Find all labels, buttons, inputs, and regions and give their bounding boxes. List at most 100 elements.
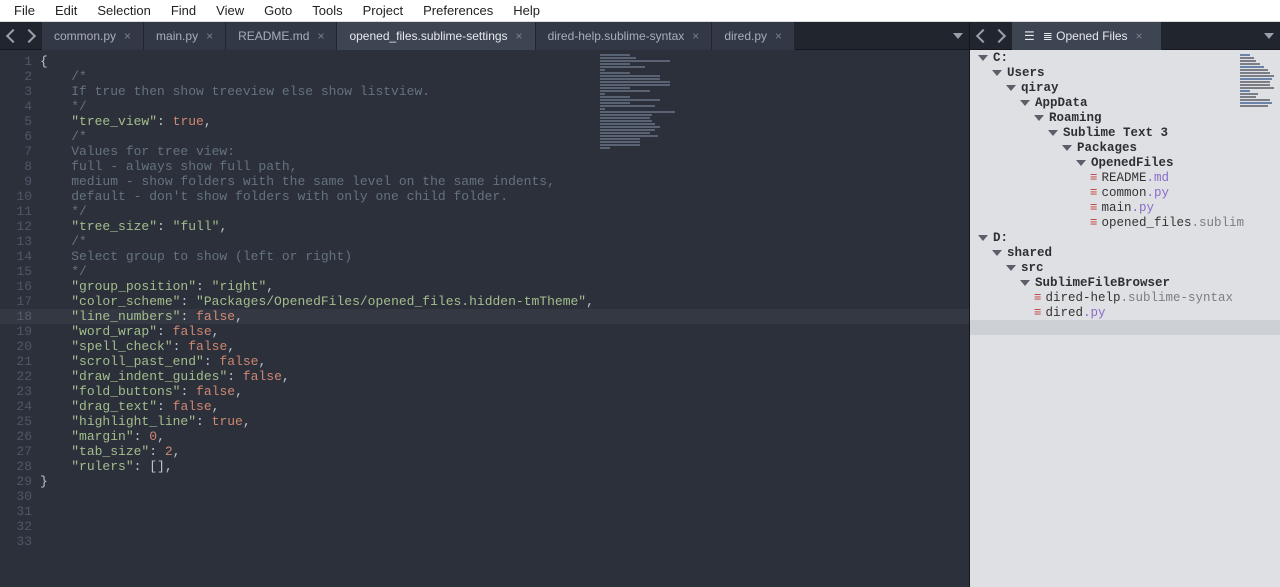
opened-files-pane: ☰ ≣ Opened Files × C:UsersqirayAppDataRo… (970, 22, 1280, 587)
disclosure-triangle-icon[interactable] (1020, 100, 1030, 106)
back-icon[interactable] (6, 28, 20, 42)
file-icon: ≡ (1090, 201, 1098, 215)
tree-file[interactable]: ≡README.md (970, 170, 1280, 185)
tree-folder[interactable]: C: (970, 50, 1280, 65)
folder-label: OpenedFiles (1091, 156, 1174, 170)
disclosure-triangle-icon[interactable] (1020, 280, 1030, 286)
folder-label: D: (993, 231, 1008, 245)
file-icon: ≡ (1034, 306, 1042, 320)
disclosure-triangle-icon[interactable] (1062, 145, 1072, 151)
back-icon[interactable] (976, 28, 990, 42)
file-tree[interactable]: C:UsersqirayAppDataRoamingSublime Text 3… (970, 50, 1280, 587)
tree-file[interactable]: ≡ opened_files.sublim (970, 215, 1280, 230)
menu-edit[interactable]: Edit (45, 1, 87, 20)
tree-folder[interactable]: qiray (970, 80, 1280, 95)
folder-label: Packages (1077, 141, 1137, 155)
file-icon: ≡ (1090, 186, 1098, 200)
tab-readme-md[interactable]: README.md × (226, 22, 337, 50)
close-icon[interactable]: × (124, 29, 131, 43)
disclosure-triangle-icon[interactable] (1076, 160, 1086, 166)
editor[interactable]: 1234567891011121314151617181920212223242… (0, 50, 969, 587)
folder-label: src (1021, 261, 1044, 275)
menu-preferences[interactable]: Preferences (413, 1, 503, 20)
menu-find[interactable]: Find (161, 1, 206, 20)
file-ext: .py (1147, 186, 1170, 200)
editor-pane: common.py×main.py×README.md×opened_files… (0, 22, 970, 587)
tree-folder[interactable]: D: (970, 230, 1280, 245)
disclosure-triangle-icon[interactable] (1006, 85, 1016, 91)
disclosure-triangle-icon[interactable] (992, 70, 1002, 76)
folder-label: Roaming (1049, 111, 1102, 125)
menu-selection[interactable]: Selection (87, 1, 160, 20)
forward-icon[interactable] (992, 28, 1006, 42)
disclosure-triangle-icon[interactable] (1048, 130, 1058, 136)
chevron-down-icon (953, 33, 963, 39)
folder-label: C: (993, 51, 1008, 65)
file-ext: .sublim (1192, 216, 1245, 230)
close-icon[interactable]: × (1136, 29, 1143, 43)
file-ext: .py (1132, 201, 1155, 215)
menu-project[interactable]: Project (353, 1, 413, 20)
minimap[interactable] (1240, 54, 1276, 108)
file-icon: ≡ (1034, 291, 1042, 305)
folder-label: Sublime Text 3 (1063, 126, 1168, 140)
menu-file[interactable]: File (4, 1, 45, 20)
tree-file[interactable]: ≡ dired.py (970, 305, 1280, 320)
file-ext: .sublime-syntax (1121, 291, 1234, 305)
tree-folder[interactable]: Roaming (970, 110, 1280, 125)
close-icon[interactable]: × (206, 29, 213, 43)
folder-label: AppData (1035, 96, 1088, 110)
disclosure-triangle-icon[interactable] (992, 250, 1002, 256)
folder-label: qiray (1021, 81, 1059, 95)
tab-history-nav[interactable] (0, 31, 42, 41)
tree-file[interactable]: ≡ dired-help.sublime-syntax (970, 290, 1280, 305)
tab-main-py[interactable]: main.py × (144, 22, 226, 50)
tree-folder[interactable]: shared (970, 245, 1280, 260)
menu-view[interactable]: View (206, 1, 254, 20)
disclosure-triangle-icon[interactable] (1034, 115, 1044, 121)
tree-folder[interactable]: Sublime Text 3 (970, 125, 1280, 140)
tab-opened-files[interactable]: ☰ ≣ Opened Files × (1012, 22, 1162, 50)
tree-folder[interactable]: SublimeFileBrowser (970, 275, 1280, 290)
tabbar-right: ☰ ≣ Opened Files × (970, 22, 1280, 50)
tab-opened-files-sublime-settings[interactable]: opened_files.sublime-settings× (337, 22, 535, 50)
tree-folder[interactable]: src (970, 260, 1280, 275)
file-icon: ≡ (1090, 171, 1098, 185)
tab-dired-help-sublime-syntax[interactable]: dired-help.sublime-syntax× (536, 22, 713, 50)
tab-label: README.md (238, 29, 309, 43)
close-icon[interactable]: × (775, 29, 782, 43)
file-basename: dired-help (1046, 291, 1121, 305)
file-ext: .py (1083, 306, 1106, 320)
chevron-down-icon (1264, 33, 1274, 39)
menu-tools[interactable]: Tools (302, 1, 352, 20)
close-icon[interactable]: × (692, 29, 699, 43)
tab-dired-py[interactable]: dired.py × (712, 22, 795, 50)
tree-file[interactable]: ≡ main.py (970, 200, 1280, 215)
disclosure-triangle-icon[interactable] (978, 55, 988, 61)
tree-file[interactable]: ≡common.py (970, 185, 1280, 200)
tab-label: common.py (54, 29, 116, 43)
tab-label: main.py (156, 29, 198, 43)
tab-overflow-button[interactable] (947, 33, 969, 39)
tab-label: dired.py (724, 29, 767, 43)
menu-help[interactable]: Help (503, 1, 550, 20)
tab-common-py[interactable]: common.py × (42, 22, 144, 50)
forward-icon[interactable] (22, 28, 36, 42)
tab-history-nav-right[interactable] (970, 31, 1012, 41)
close-icon[interactable]: × (516, 29, 523, 43)
file-basename: dired (1046, 306, 1084, 320)
close-icon[interactable]: × (317, 29, 324, 43)
file-basename: opened_files (1102, 216, 1192, 230)
tree-folder[interactable]: AppData (970, 95, 1280, 110)
file-icon: ≡ (1090, 216, 1098, 230)
tree-folder[interactable]: Users (970, 65, 1280, 80)
tab-overflow-button[interactable] (1258, 33, 1280, 39)
disclosure-triangle-icon[interactable] (1006, 265, 1016, 271)
disclosure-triangle-icon[interactable] (978, 235, 988, 241)
tree-folder[interactable]: OpenedFiles (970, 155, 1280, 170)
menu-goto[interactable]: Goto (254, 1, 302, 20)
file-basename: README (1102, 171, 1147, 185)
tabbar-left: common.py×main.py×README.md×opened_files… (0, 22, 969, 50)
file-basename: main (1102, 201, 1132, 215)
tree-folder[interactable]: Packages (970, 140, 1280, 155)
